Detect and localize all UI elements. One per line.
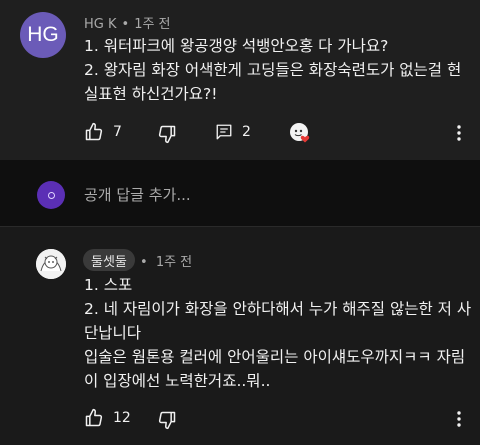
comment-line: 입술은 웜톤용 컬러에 안어울리는 아이섀도우까지ㅋㅋ 자림 (84, 348, 466, 366)
creator-heart-icon (289, 122, 311, 144)
thumbs-down-icon (157, 124, 177, 144)
comment-icon (215, 123, 233, 141)
comment-line: 2. 네 자림이가 화장을 안하다해서 누가 해주질 않는한 저 사 (84, 300, 472, 318)
thumbs-up-icon (84, 408, 104, 428)
meta-separator: • (140, 255, 148, 270)
reply-input[interactable]: 공개 답글 추가... (84, 184, 191, 205)
comment-card: HG HG K • 1주 전 1. 워터파크에 왕공갱양 석뱅안오홍 다 가나요? … (0, 0, 480, 160)
comment-line: 이 입장에선 노력한거죠..뭐.. (84, 372, 271, 390)
avatar[interactable] (36, 249, 66, 279)
comment-text: 1. 워터파크에 왕공갱양 석뱅안오홍 다 가나요? 2. 왕자림 화장 어색한… (84, 34, 461, 106)
comment-line: 실표현 하신건가요?! (84, 85, 218, 103)
avatar-initials: HG (27, 23, 59, 46)
comment-line: 1. 스포 (84, 276, 133, 294)
comment-line: 1. 워터파크에 왕공갱양 석뱅안오홍 다 가나요? (84, 37, 389, 55)
comment-meta: HG K • 1주 전 (84, 13, 171, 32)
like-count: 7 (113, 124, 122, 140)
reply-input-row (0, 160, 480, 226)
comment-meta: • 1주 전 (140, 251, 192, 270)
comment-line: 단납니다 (84, 324, 142, 342)
like-button[interactable]: 7 (84, 122, 122, 142)
reply-button[interactable]: 2 (215, 123, 251, 141)
more-vert-icon[interactable] (456, 124, 462, 146)
author-name-label: 둘셋둘 (91, 254, 127, 270)
like-button[interactable]: 12 (84, 408, 131, 428)
like-count: 12 (113, 410, 131, 426)
meta-separator: • (121, 17, 130, 32)
thumbs-down-icon (157, 410, 177, 430)
dislike-button[interactable] (157, 410, 177, 430)
comment-text: 1. 스포 2. 네 자림이가 화장을 안하다해서 누가 해주질 않는한 저 사… (84, 273, 471, 393)
comment-line: 2. 왕자림 화장 어색한게 고딩들은 화장숙련도가 없는걸 현 (84, 61, 462, 79)
timestamp[interactable]: 1주 전 (134, 17, 170, 32)
timestamp[interactable]: 1주 전 (156, 255, 192, 270)
reply-count: 2 (242, 124, 251, 140)
more-vert-icon[interactable] (456, 410, 462, 432)
avatar (37, 181, 65, 209)
author-name[interactable]: HG K (84, 17, 117, 32)
thumbs-up-icon (84, 122, 104, 142)
dislike-button[interactable] (157, 124, 177, 144)
avatar[interactable]: HG (20, 12, 66, 58)
author-name[interactable]: 둘셋둘 (83, 249, 135, 271)
